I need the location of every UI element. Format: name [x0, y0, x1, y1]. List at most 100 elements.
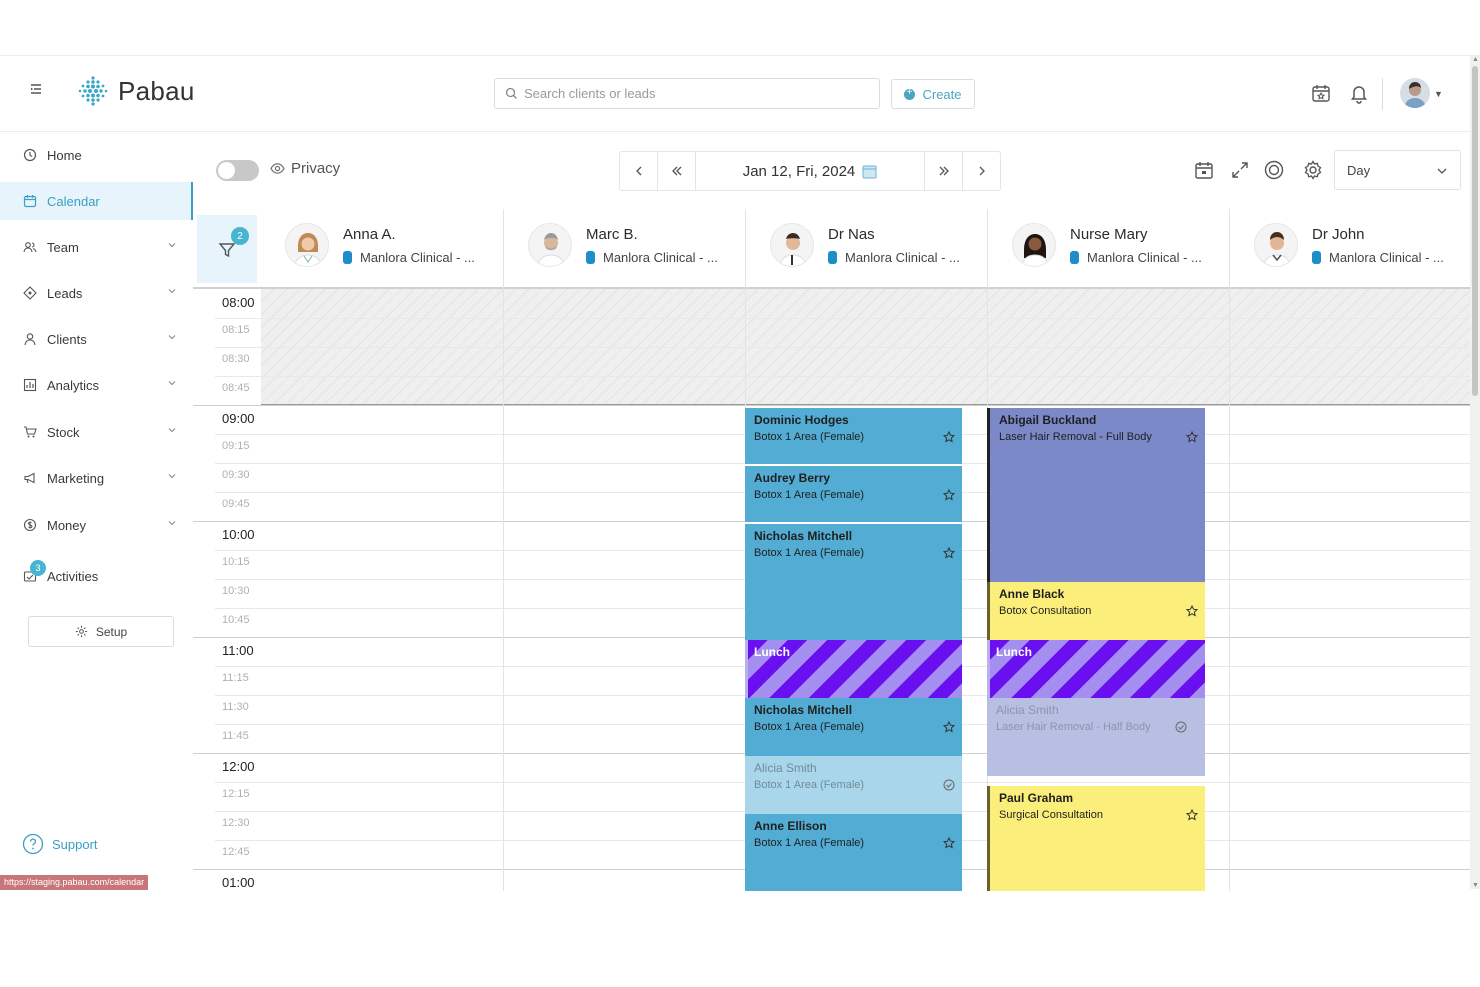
star-icon[interactable] [1186, 605, 1198, 617]
page-scrollbar[interactable]: ▲ ▼ [1470, 56, 1480, 889]
sidebar-item-activities[interactable]: Activities 3 [0, 557, 193, 595]
sidebar-item-leads[interactable]: Leads [0, 274, 193, 312]
sidebar-item-clients[interactable]: Clients [0, 320, 193, 358]
calendar-grid: 2 Anna A. Manlora Clinical - ... Marc B.… [193, 209, 1470, 891]
cart-icon [22, 424, 38, 440]
search-box[interactable] [494, 78, 880, 109]
view-mode-select[interactable]: Day [1334, 150, 1461, 190]
appointment-service: Laser Hair Removal - Half Body [996, 721, 1151, 733]
chevron-down-icon [168, 474, 176, 479]
location-marker-icon [1070, 251, 1079, 264]
staff-location-label: Manlora Clinical - ... [1329, 250, 1444, 265]
chevron-left-icon [635, 166, 641, 176]
sidebar-item-label: Team [47, 239, 79, 255]
staff-avatar [528, 223, 572, 267]
bell-icon[interactable] [1348, 82, 1370, 104]
user-avatar[interactable] [1400, 78, 1430, 108]
setup-button[interactable]: Setup [28, 616, 174, 647]
appointment-card[interactable]: Nicholas Mitchell Botox 1 Area (Female) [745, 698, 962, 756]
time-label: 12:00 [222, 759, 255, 774]
appointment-card[interactable]: Abigail Buckland Laser Hair Removal - Fu… [987, 408, 1205, 582]
pabau-logo[interactable]: Pabau [76, 74, 195, 108]
staff-location: Manlora Clinical - ... [343, 250, 475, 265]
star-icon[interactable] [943, 837, 955, 849]
time-label: 11:00 [222, 643, 254, 658]
star-icon[interactable] [943, 547, 955, 559]
current-date: Jan 12, Fri, 2024 [742, 162, 856, 180]
view-mode-value: Day [1347, 162, 1371, 178]
filter-count-badge: 2 [231, 227, 249, 245]
appointment-card[interactable]: Dominic Hodges Botox 1 Area (Female) [745, 408, 962, 466]
star-icon[interactable] [943, 489, 955, 501]
settings-gear-icon[interactable] [1302, 159, 1324, 181]
staff-location: Manlora Clinical - ... [828, 250, 960, 265]
create-button[interactable]: Create [891, 79, 975, 109]
appointment-card[interactable]: Nicholas Mitchell Botox 1 Area (Female) [745, 524, 962, 640]
logo-icon [78, 76, 108, 106]
appointment-card[interactable]: Alicia Smith Botox 1 Area (Female) [745, 756, 962, 814]
expand-icon[interactable] [1229, 159, 1251, 181]
staff-column-header[interactable]: Dr Nas Manlora Clinical - ... [745, 209, 987, 287]
time-label: 10:00 [222, 527, 255, 542]
star-icon[interactable] [943, 721, 955, 733]
prev-week-button[interactable] [658, 152, 696, 190]
staff-column-header[interactable]: Anna A. Manlora Clinical - ... [261, 209, 503, 287]
star-icon[interactable] [1186, 431, 1198, 443]
search-input[interactable] [524, 86, 864, 101]
star-icon[interactable] [943, 431, 955, 443]
staff-name: Marc B. [586, 226, 638, 243]
appointment-service: Laser Hair Removal - Full Body [999, 431, 1152, 443]
appointment-service: Botox 1 Area (Female) [754, 489, 865, 501]
lunch-label: Lunch [996, 645, 1032, 659]
staff-column-header[interactable]: Marc B. Manlora Clinical - ... [503, 209, 745, 287]
location-marker-icon [343, 251, 352, 264]
appointment-card[interactable]: Paul Graham Surgical Consultation [987, 786, 1205, 891]
time-grid-line [215, 347, 1470, 348]
staff-column-header[interactable]: Nurse Mary Manlora Clinical - ... [987, 209, 1229, 287]
sidebar-item-stock[interactable]: Stock [0, 413, 193, 451]
calendar-add-icon[interactable] [1193, 159, 1215, 181]
divider [1382, 78, 1383, 110]
calendar-star-icon[interactable] [1310, 82, 1332, 104]
appointment-card[interactable]: Audrey Berry Botox 1 Area (Female) [745, 466, 962, 524]
sidebar-item-analytics[interactable]: Analytics [0, 366, 193, 404]
appointment-card[interactable]: Alicia Smith Laser Hair Removal - Half B… [987, 698, 1205, 776]
sidebar-item-money[interactable]: Money [0, 506, 193, 544]
next-week-button[interactable] [924, 152, 962, 190]
staff-column-header[interactable]: Dr John Manlora Clinical - ... [1229, 209, 1470, 287]
appointment-service: Surgical Consultation [999, 809, 1103, 821]
star-icon[interactable] [1186, 809, 1198, 821]
lunch-block[interactable]: Lunch [745, 640, 962, 698]
sidebar-item-label: Analytics [47, 377, 100, 393]
time-label: 10:15 [222, 556, 250, 568]
next-day-button[interactable] [962, 152, 1000, 190]
date-picker[interactable]: Jan 12, Fri, 2024 [696, 152, 924, 190]
scroll-up-icon[interactable]: ▲ [1472, 56, 1479, 63]
scroll-thumb[interactable] [1472, 66, 1478, 396]
appointment-card[interactable]: Anne Black Botox Consultation [987, 582, 1205, 640]
menu-collapse-icon[interactable] [28, 81, 46, 99]
create-label: Create [922, 86, 962, 102]
support-link[interactable]: Support [22, 833, 98, 855]
sidebar-item-calendar[interactable]: Calendar [0, 182, 193, 220]
lunch-block[interactable]: Lunch [987, 640, 1205, 698]
caret-down-icon[interactable]: ▼ [1434, 89, 1443, 99]
privacy-label: Privacy [291, 160, 341, 177]
time-label: 11:30 [222, 701, 249, 713]
staff-filter-button[interactable]: 2 [197, 215, 257, 283]
chevron-down-icon [168, 243, 176, 248]
sidebar-item-home[interactable]: Home [0, 136, 193, 174]
support-ring-icon[interactable] [1263, 159, 1285, 181]
appointment-service: Botox Consultation [999, 605, 1092, 617]
scroll-down-icon[interactable]: ▼ [1472, 882, 1479, 889]
sidebar-item-marketing[interactable]: Marketing [0, 459, 193, 497]
top-bar: Pabau Create ▼ [0, 56, 1470, 132]
time-grid-line [215, 376, 1470, 377]
appointment-client: Nicholas Mitchell [754, 529, 853, 543]
analytics-icon [22, 377, 38, 393]
appointment-card[interactable]: Anne Ellison Botox 1 Area (Female) [745, 814, 962, 891]
megaphone-icon [22, 470, 38, 486]
privacy-toggle[interactable] [216, 160, 259, 181]
prev-day-button[interactable] [620, 152, 658, 190]
sidebar-item-team[interactable]: Team [0, 228, 193, 266]
